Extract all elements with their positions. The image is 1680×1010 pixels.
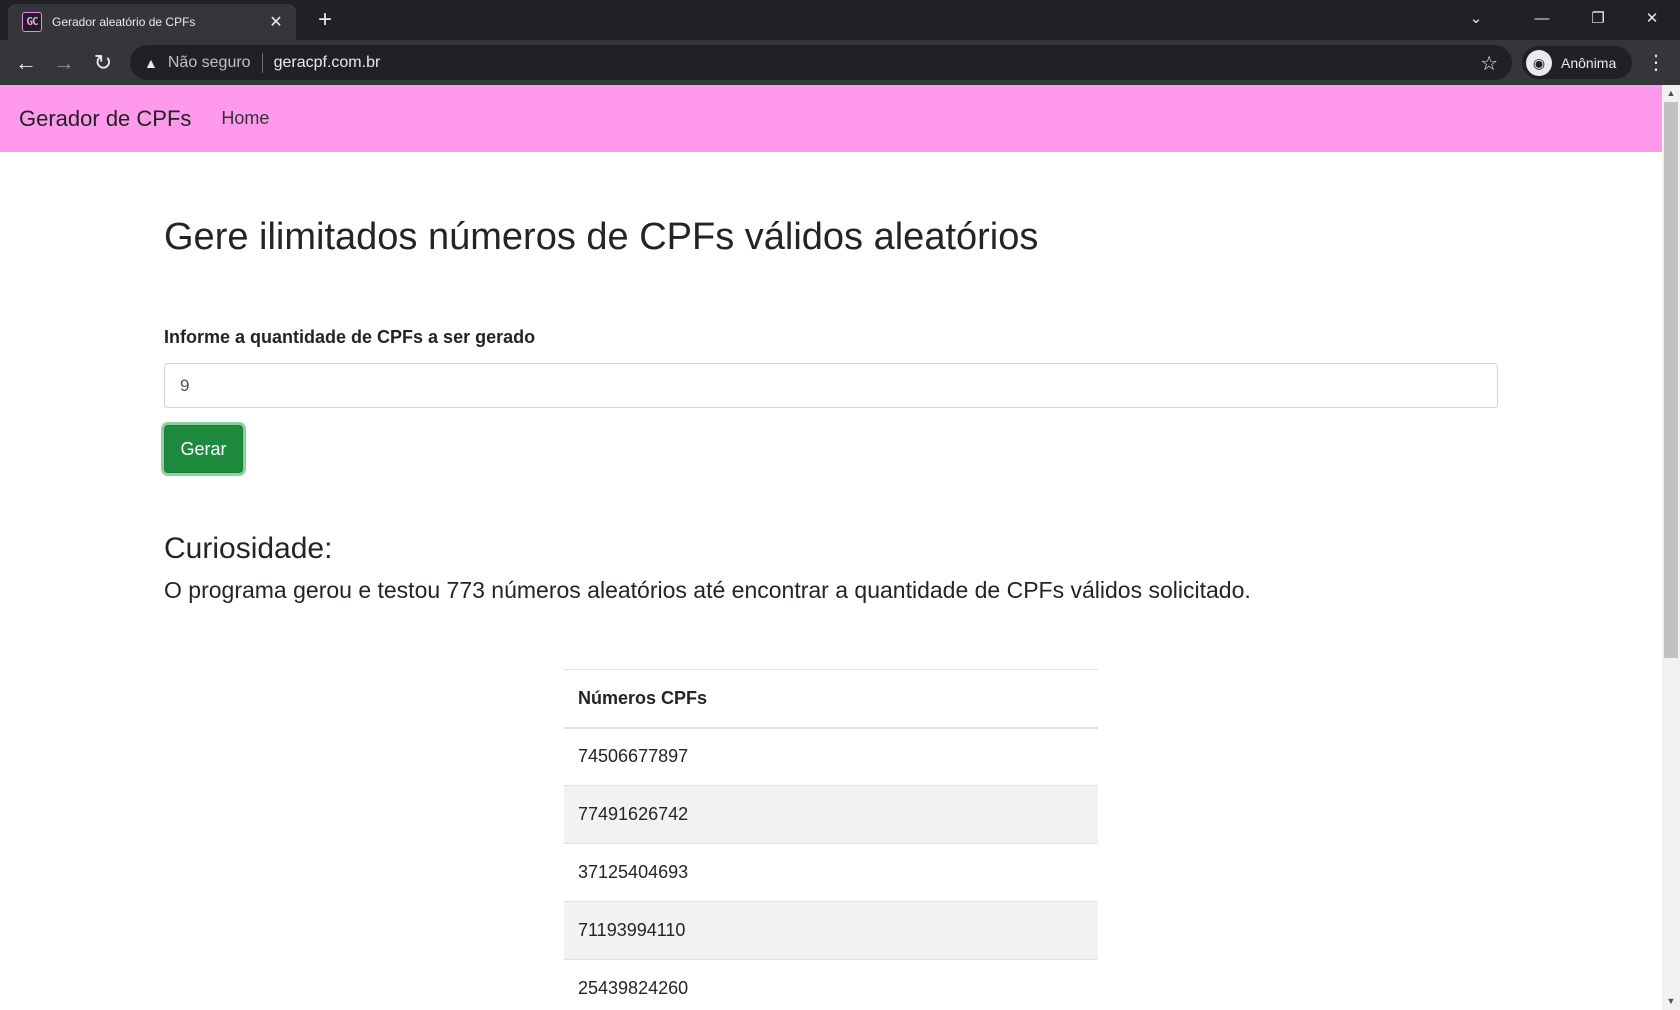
scroll-up-arrow-icon[interactable]: ▲ xyxy=(1662,85,1680,102)
page-viewport: Gerador de CPFs Home Gere ilimitados núm… xyxy=(0,85,1662,1010)
table-row: 77491626742 xyxy=(564,785,1098,844)
nav-link-home[interactable]: Home xyxy=(221,108,269,129)
cpf-cell: 25439824260 xyxy=(564,959,1098,1010)
curiosity-title: Curiosidade: xyxy=(164,532,333,565)
table-row: 71193994110 xyxy=(564,901,1098,960)
security-label[interactable]: Não seguro xyxy=(168,54,251,72)
minimize-button[interactable]: — xyxy=(1514,0,1570,36)
new-tab-button[interactable]: + xyxy=(312,7,338,33)
table-header-row: Números CPFs xyxy=(564,669,1098,729)
window-close-button[interactable]: ✕ xyxy=(1624,0,1680,36)
page-scrollbar[interactable]: ▲ ▼ xyxy=(1662,85,1680,1010)
tab-close-icon[interactable]: ✕ xyxy=(266,12,286,32)
site-navbar: Gerador de CPFs Home xyxy=(0,85,1662,152)
tab-search-icon[interactable]: ⌄ xyxy=(1448,0,1504,36)
page-title: Gere ilimitados números de CPFs válidos … xyxy=(164,216,1039,258)
table-row: 25439824260 xyxy=(564,959,1098,1010)
url-text[interactable]: geracpf.com.br xyxy=(274,54,381,72)
cpf-cell: 74506677897 xyxy=(564,727,1098,786)
cpf-cell: 71193994110 xyxy=(564,901,1098,960)
scroll-down-arrow-icon[interactable]: ▼ xyxy=(1662,993,1680,1010)
curiosity-text: O programa gerou e testou 773 números al… xyxy=(164,577,1251,603)
address-separator xyxy=(261,52,263,73)
restore-button[interactable]: ❐ xyxy=(1570,0,1626,36)
forward-button[interactable]: → xyxy=(47,46,81,80)
navbar-brand[interactable]: Gerador de CPFs xyxy=(19,106,191,132)
address-bar[interactable]: ▲ Não seguro geracpf.com.br ☆ xyxy=(130,45,1512,80)
browser-menu-icon[interactable]: ⋮ xyxy=(1644,46,1668,80)
cpf-table: Números CPFs 74506677897 77491626742 371… xyxy=(564,669,1098,1010)
site-favicon-icon: GC xyxy=(22,12,42,32)
back-button[interactable]: ← xyxy=(9,46,43,80)
table-row: 74506677897 xyxy=(564,727,1098,786)
table-row: 37125404693 xyxy=(564,843,1098,902)
quantity-input[interactable] xyxy=(164,363,1498,408)
scrollbar-thumb[interactable] xyxy=(1664,102,1678,658)
warning-icon[interactable]: ▲ xyxy=(144,55,158,71)
profile-button[interactable]: ◉ Anônima xyxy=(1522,46,1632,79)
cpf-cell: 77491626742 xyxy=(564,785,1098,844)
incognito-icon: ◉ xyxy=(1526,49,1552,76)
bookmark-star-icon[interactable]: ☆ xyxy=(1480,51,1498,76)
column-header-cpf: Números CPFs xyxy=(564,669,1098,729)
tab-title: Gerador aleatório de CPFs xyxy=(52,15,196,29)
quantity-label: Informe a quantidade de CPFs a ser gerad… xyxy=(164,327,536,347)
browser-toolbar: ← → ↻ ▲ Não seguro geracpf.com.br ☆ ◉ An… xyxy=(0,40,1680,85)
cpf-cell: 37125404693 xyxy=(564,843,1098,902)
profile-label: Anônima xyxy=(1561,54,1617,71)
browser-tab[interactable]: GC Gerador aleatório de CPFs ✕ xyxy=(8,4,296,40)
generate-button[interactable]: Gerar xyxy=(164,425,243,473)
browser-tab-strip: GC Gerador aleatório de CPFs ✕ + ⌄ — ❐ ✕ xyxy=(0,0,1680,40)
reload-button[interactable]: ↻ xyxy=(86,46,120,80)
